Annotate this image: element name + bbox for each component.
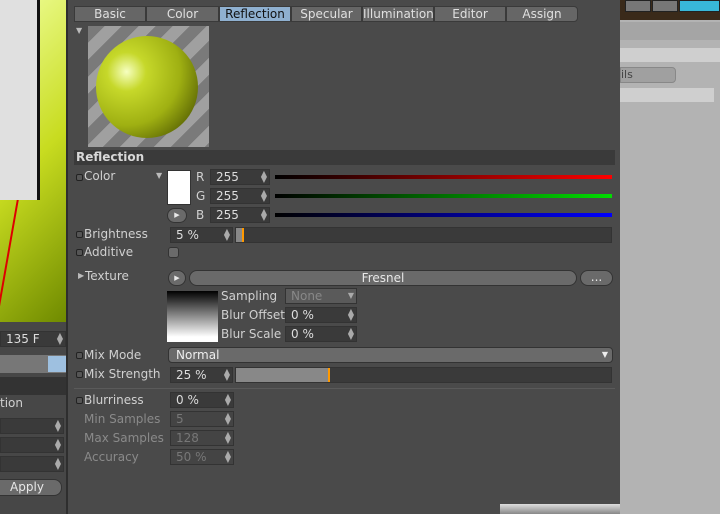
layout-icon[interactable] — [48, 356, 66, 372]
tab-editor[interactable]: Editor — [434, 6, 506, 22]
divider — [0, 377, 66, 395]
left-dropdown-1[interactable]: ▲ ▼ — [0, 418, 64, 434]
brightness-slider[interactable] — [235, 227, 612, 243]
toolbar — [620, 22, 720, 40]
frame-field[interactable]: 135 F ▲ ▼ — [0, 331, 66, 347]
blurriness-label: Blurriness — [84, 393, 144, 407]
tab-reflection[interactable]: Reflection — [219, 6, 291, 22]
anim-dot[interactable] — [76, 371, 83, 378]
blurriness-field[interactable]: 0 % ▲ ▼ — [170, 392, 234, 408]
viewport-3d[interactable] — [0, 0, 66, 322]
divider — [74, 388, 615, 389]
icon-toolbar[interactable] — [0, 355, 66, 373]
color-label: Color — [84, 169, 116, 183]
b-field[interactable]: 255 ▲ ▼ — [210, 207, 270, 223]
texture-more-button[interactable]: ... — [580, 270, 613, 286]
background-window: ils — [620, 0, 720, 514]
viewport-object — [0, 0, 40, 200]
r-field[interactable]: 255 ▲ ▼ — [210, 169, 270, 185]
partial-button[interactable]: ils — [620, 67, 676, 83]
texture-shader-button[interactable]: Fresnel — [189, 270, 577, 286]
preview-sphere — [96, 36, 198, 138]
texture-label: Texture — [85, 269, 129, 283]
blur-scale-label: Blur Scale — [221, 327, 282, 341]
r-label: R — [196, 170, 205, 184]
expand-arrow-icon[interactable]: ▶ — [78, 271, 84, 280]
anim-dot[interactable] — [76, 174, 83, 181]
texture-menu-button[interactable]: ▶ — [168, 270, 186, 286]
min-samples-field: 5 ▲ ▼ — [170, 411, 234, 427]
anim-dot[interactable] — [76, 231, 83, 238]
taskbar-tray[interactable] — [500, 504, 620, 514]
mix-strength-field[interactable]: 25 % ▲ ▼ — [170, 367, 233, 383]
left-dropdown-2[interactable]: ▲ ▼ — [0, 437, 64, 453]
mix-strength-slider[interactable] — [235, 367, 612, 383]
brightness-field[interactable]: 5 % ▲ ▼ — [170, 227, 233, 243]
g-field[interactable]: 255 ▲ ▼ — [210, 188, 270, 204]
r-slider[interactable] — [275, 175, 612, 179]
tab-assign[interactable]: Assign — [506, 6, 578, 22]
minimize-button[interactable] — [625, 0, 651, 12]
blur-offset-label: Blur Offset — [221, 308, 285, 322]
brightness-label: Brightness — [84, 227, 148, 241]
collapse-arrow-icon[interactable]: ▼ — [76, 26, 82, 35]
accuracy-label: Accuracy — [84, 450, 139, 464]
anim-dot[interactable] — [76, 249, 83, 256]
mix-strength-label: Mix Strength — [84, 367, 161, 381]
sampling-dropdown[interactable]: None ▼ — [285, 288, 357, 304]
tab-specular[interactable]: Specular — [291, 6, 362, 22]
mix-mode-label: Mix Mode — [84, 348, 142, 362]
section-label: tion — [0, 396, 23, 410]
color-menu-arrow-icon[interactable]: ▼ — [156, 171, 162, 180]
sampling-label: Sampling — [221, 289, 278, 303]
additive-label: Additive — [84, 245, 134, 259]
anim-dot[interactable] — [76, 397, 83, 404]
blur-scale-field[interactable]: 0 % ▲ ▼ — [285, 326, 357, 342]
max-samples-field: 128 ▲ ▼ — [170, 430, 234, 446]
mix-mode-dropdown[interactable]: Normal ▼ — [168, 347, 613, 363]
blur-offset-field[interactable]: 0 % ▲ ▼ — [285, 307, 357, 323]
title-bar — [620, 0, 720, 20]
axis-line — [0, 200, 19, 322]
b-label: B — [196, 208, 205, 222]
brightness-slider-fill — [236, 228, 244, 242]
min-samples-label: Min Samples — [84, 412, 161, 426]
texture-preview — [167, 291, 218, 342]
b-slider[interactable] — [275, 213, 612, 217]
material-preview[interactable] — [88, 26, 209, 147]
color-picker-button[interactable]: ▶ — [167, 208, 187, 223]
g-label: G — [196, 189, 206, 203]
row — [620, 88, 714, 102]
mix-strength-slider-fill — [236, 368, 331, 382]
tab-color[interactable]: Color — [146, 6, 219, 22]
tab-basic[interactable]: Basic — [74, 6, 146, 22]
chevron-down-icon: ▼ — [601, 350, 608, 359]
close-button[interactable] — [679, 0, 720, 12]
left-panel: 135 F ▲ ▼ tion ▲ ▼ ▲ ▼ ▲ ▼ Apply — [0, 0, 68, 514]
maximize-button[interactable] — [652, 0, 678, 12]
additive-checkbox[interactable] — [168, 247, 179, 258]
max-samples-label: Max Samples — [84, 431, 164, 445]
color-swatch[interactable] — [167, 170, 191, 205]
left-dropdown-3[interactable]: ▲ ▼ — [0, 456, 64, 472]
section-header: Reflection — [74, 150, 615, 165]
g-slider[interactable] — [275, 194, 612, 198]
accuracy-field: 50 % ▲ ▼ — [170, 449, 234, 465]
anim-dot[interactable] — [76, 352, 83, 359]
apply-button[interactable]: Apply — [0, 479, 62, 496]
tab-illumination[interactable]: Illumination — [362, 6, 434, 22]
row — [620, 48, 720, 62]
